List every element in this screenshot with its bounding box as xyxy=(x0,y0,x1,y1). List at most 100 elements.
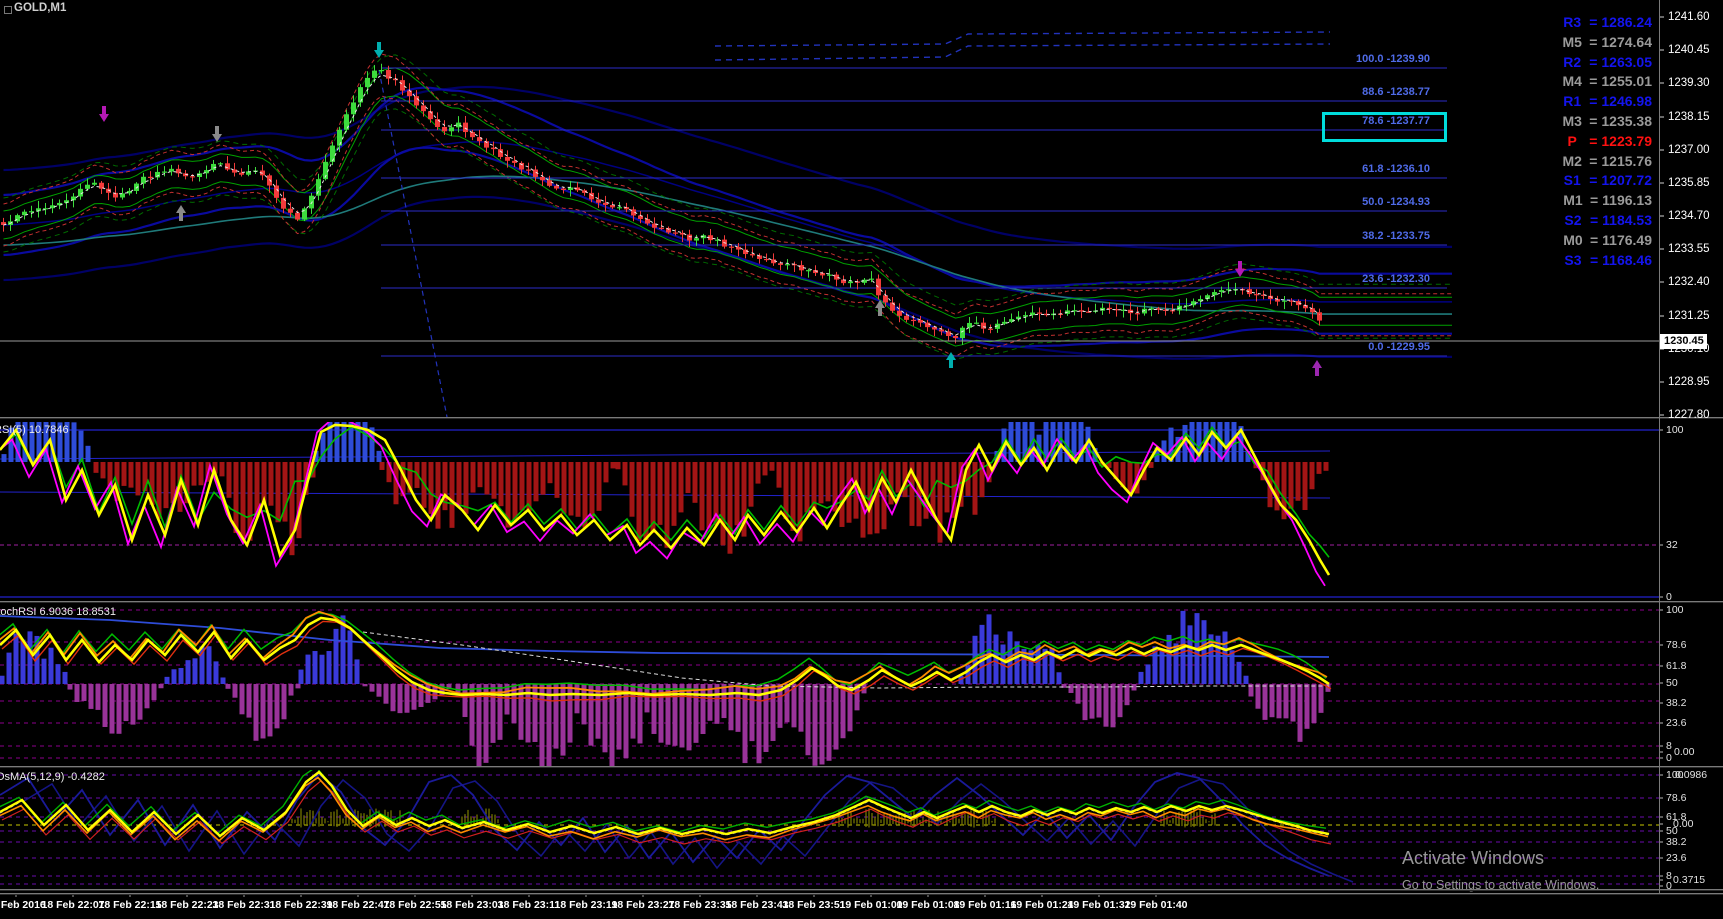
stoch-axis-label: 50 xyxy=(1666,677,1678,689)
histogram-bar xyxy=(1117,684,1123,718)
histogram-bar xyxy=(1323,462,1329,471)
pivot-level-row: R2 = 1263.05 xyxy=(1559,54,1652,70)
histogram-bar xyxy=(372,70,377,78)
pivot-label: P xyxy=(1567,132,1577,149)
histogram-bar xyxy=(102,684,108,727)
pivot-value: 1196.13 xyxy=(1602,192,1652,209)
histogram-bar xyxy=(151,684,157,701)
time-axis-label[interactable]: 18 Feb 23:03 xyxy=(440,899,503,911)
pivot-label: M2 xyxy=(1562,152,1582,169)
histogram-bar xyxy=(967,322,972,328)
time-axis-label[interactable]: 18 Feb 23:11 xyxy=(498,899,560,911)
stoch-axis-label: 8 xyxy=(1666,740,1672,752)
pivot-value: 1184.53 xyxy=(1602,212,1652,228)
histogram-bar xyxy=(651,684,657,734)
histogram-bar xyxy=(1096,684,1102,718)
time-axis-label[interactable]: 19 Feb 01:32 xyxy=(1067,899,1130,911)
histogram-bar xyxy=(953,335,958,339)
histogram-bar xyxy=(470,462,476,493)
histogram-bar xyxy=(694,238,699,241)
histogram-bar xyxy=(526,169,531,171)
histogram-bar xyxy=(610,462,616,469)
histogram-bar xyxy=(1282,300,1287,302)
series-line xyxy=(0,770,1330,838)
histogram-bar xyxy=(407,90,412,97)
rsi-panel[interactable] xyxy=(0,380,1659,598)
histogram-bar xyxy=(1317,312,1322,321)
pivot-equals: = xyxy=(1589,212,1599,228)
pivot-label: S3 xyxy=(1564,251,1582,268)
pivot-label: M0 xyxy=(1563,231,1583,248)
time-axis-label[interactable]: 18 Feb 22:55 xyxy=(383,899,446,911)
histogram-bar xyxy=(198,462,204,486)
panel-separator xyxy=(0,417,1723,418)
time-axis-label[interactable]: 18 Feb 22:23 xyxy=(155,899,218,911)
time-axis-label[interactable]: 18 Feb 23:51 xyxy=(782,899,845,911)
time-axis-label[interactable]: 19 Feb 01:24 xyxy=(1010,899,1073,911)
histogram-bar xyxy=(617,207,622,209)
histogram-bar xyxy=(288,684,294,696)
histogram-bar xyxy=(623,684,629,759)
time-axis-label[interactable]: 19 Feb 01:16 xyxy=(953,899,1016,911)
time-axis-label[interactable]: 19 Feb 01:08 xyxy=(896,899,959,911)
pivot-equals: = xyxy=(1589,113,1598,129)
time-axis-label[interactable]: 18 Feb 23:19 xyxy=(554,899,617,911)
stoch-axis-label: 78.6 xyxy=(1666,639,1687,651)
histogram-bar xyxy=(622,462,628,486)
histogram-bar xyxy=(1,454,7,462)
stoch-panel[interactable] xyxy=(0,609,1659,773)
histogram-bar xyxy=(362,422,368,462)
histogram-bar xyxy=(55,664,61,684)
time-axis-label[interactable]: 18 Feb 22:47 xyxy=(326,899,389,911)
histogram-bar xyxy=(1290,684,1296,722)
histogram-bar xyxy=(85,445,91,462)
histogram-bar xyxy=(848,281,853,284)
histogram-bar xyxy=(171,669,177,684)
rsi-panel-title: RSI(5) 10.7846 xyxy=(0,424,69,436)
histogram-bar xyxy=(981,322,986,329)
histogram-bar xyxy=(267,175,272,186)
price-axis-label: 1230.10 xyxy=(1668,343,1710,355)
time-axis-label[interactable]: 18 Feb 23:35 xyxy=(668,899,731,911)
histogram-bar xyxy=(404,684,410,713)
time-axis-label[interactable]: 18 Feb 23:27 xyxy=(611,899,674,911)
histogram-bar xyxy=(589,462,595,518)
time-axis-label[interactable]: 18 Feb 22:07 xyxy=(41,899,104,911)
price-axis-label: 1239.30 xyxy=(1668,77,1710,89)
time-axis-label[interactable]: 18 Feb 22:31 xyxy=(212,899,275,911)
chart-canvas[interactable] xyxy=(0,0,1723,919)
time-axis-label[interactable]: 18 Feb 2016 xyxy=(0,899,46,911)
histogram-bar xyxy=(383,684,389,704)
pivot-level-row: M0 = 1176.49 xyxy=(1560,232,1652,248)
time-axis-label[interactable]: 19 Feb 01:40 xyxy=(1124,899,1187,911)
histogram-bar xyxy=(659,227,664,229)
up-signal-arrow-icon xyxy=(946,352,956,368)
time-axis-label[interactable]: 18 Feb 22:39 xyxy=(269,899,332,911)
histogram-bar xyxy=(1135,313,1140,315)
histogram-bar xyxy=(347,630,353,684)
histogram-bar xyxy=(972,462,978,515)
time-axis-label[interactable]: 18 Feb 22:15 xyxy=(98,899,161,911)
histogram-bar xyxy=(281,197,286,209)
histogram-bar xyxy=(1310,308,1315,313)
histogram-bar xyxy=(1304,684,1310,729)
histogram-bar xyxy=(121,462,127,486)
histogram-bar xyxy=(784,684,790,723)
histogram-bar xyxy=(720,462,726,546)
histogram-bar xyxy=(1159,648,1165,684)
histogram-bar xyxy=(246,684,252,718)
histogram-bar xyxy=(491,462,497,499)
histogram-bar xyxy=(1089,684,1095,719)
histogram-bar xyxy=(1254,294,1259,296)
time-axis-label[interactable]: 18 Feb 23:43 xyxy=(725,899,788,911)
histogram-bar xyxy=(369,684,375,692)
histogram-bar xyxy=(456,462,462,505)
price-axis-label: 1240.45 xyxy=(1668,44,1710,56)
time-axis-label[interactable]: 19 Feb 01:00 xyxy=(839,899,902,911)
histogram-bar xyxy=(6,652,12,684)
histogram-bar xyxy=(1236,661,1242,684)
histogram-bar xyxy=(1138,671,1144,684)
histogram-bar xyxy=(735,684,741,732)
pivot-label: R3 xyxy=(1563,14,1582,30)
fib-level-label: 100.0 -1239.90 xyxy=(1355,53,1430,65)
